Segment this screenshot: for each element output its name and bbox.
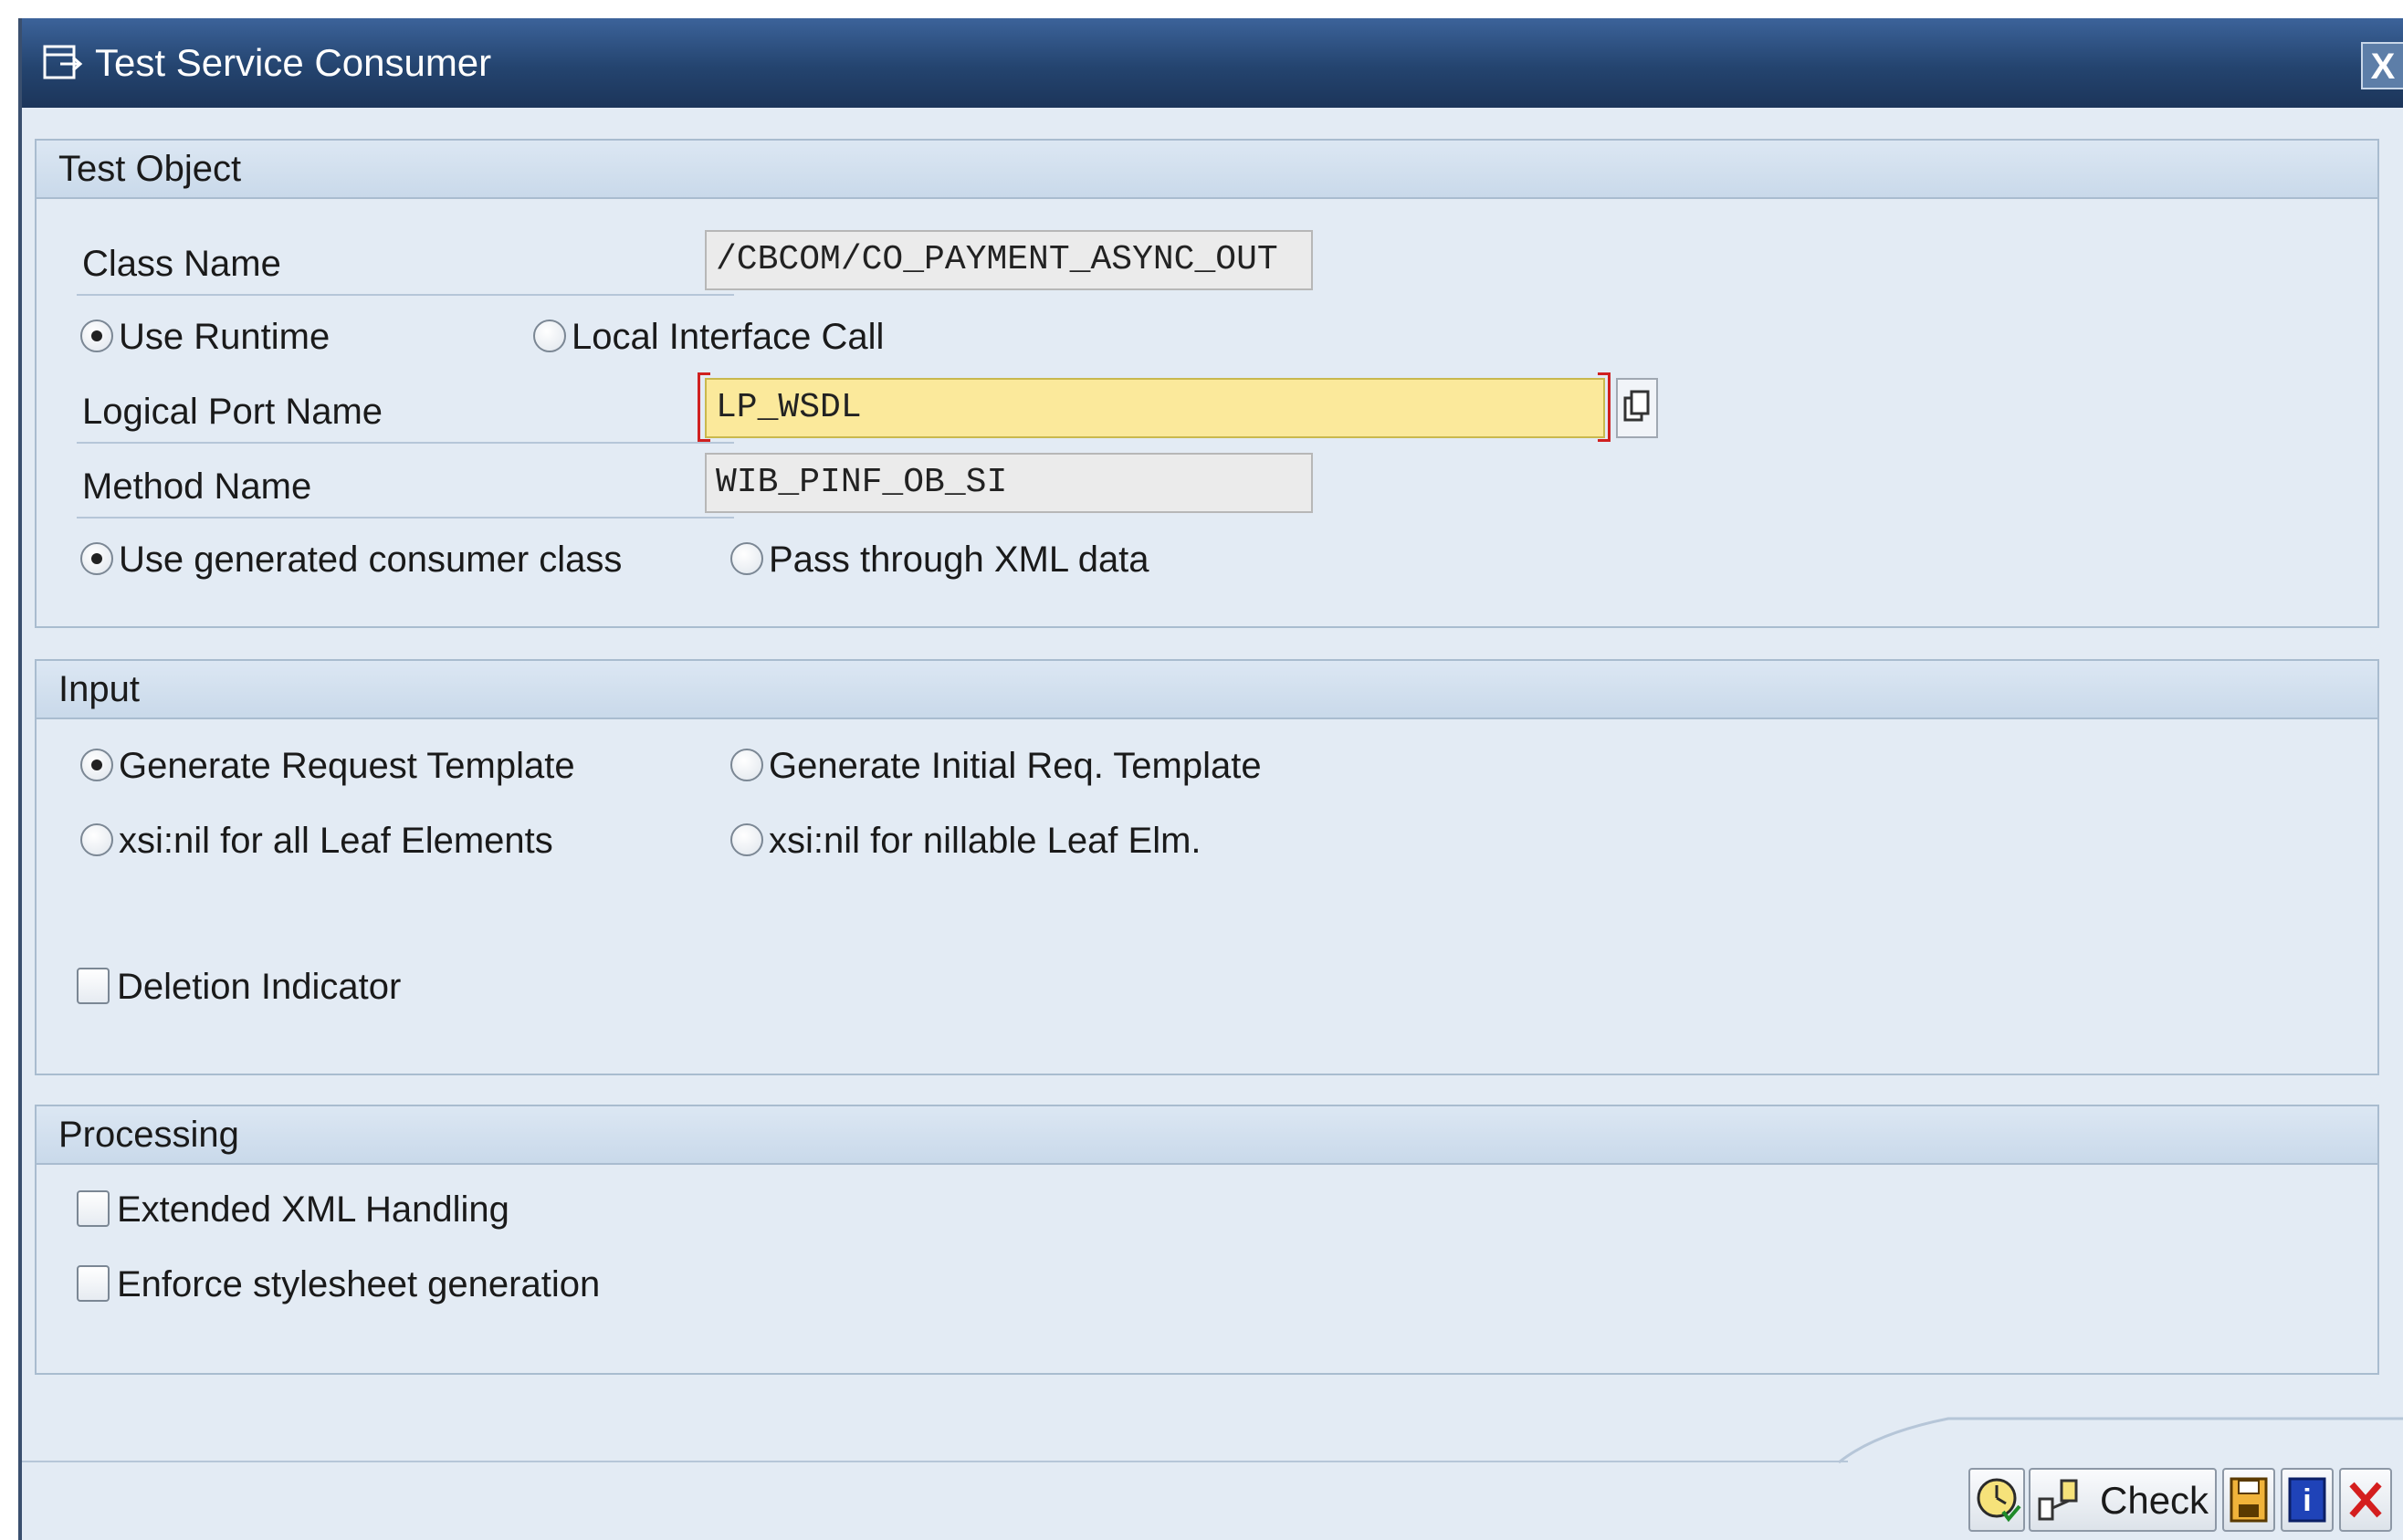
class-name-label: Class Name [82,244,281,284]
copy-icon [1623,390,1650,422]
xsi-nil-nillable-leaf-radio[interactable] [730,823,763,856]
footer-curve [1839,1417,2403,1464]
use-generated-consumer-class-radio[interactable] [80,542,113,575]
logical-port-field[interactable]: LP_WSDL [705,378,1605,438]
logical-port-label: Logical Port Name [82,392,383,432]
divider [77,294,734,296]
execute-icon [1977,1478,2021,1523]
extended-xml-handling-checkbox[interactable] [77,1190,110,1227]
svg-text:i: i [2303,1483,2311,1518]
value-help-button[interactable] [1616,378,1658,438]
check-icon [2038,1479,2078,1521]
footer-separator [22,1461,1848,1462]
xsi-nil-all-leaf-radio[interactable] [80,823,113,856]
enforce-stylesheet-label: Enforce stylesheet generation [117,1264,601,1304]
processing-group: Processing Extended XML Handling Enforce… [35,1105,2379,1375]
execute-button[interactable] [1968,1468,2025,1532]
cancel-button[interactable] [2339,1468,2392,1532]
window-menu-icon[interactable] [42,44,84,80]
method-name-field[interactable]: WIB_PINF_OB_SI [705,453,1313,513]
deletion-indicator-checkbox[interactable] [77,968,110,1004]
xsi-nil-all-leaf-label: xsi:nil for all Leaf Elements [119,821,553,861]
dialog-window: Test Service Consumer X Test Object Clas… [18,18,2403,1540]
input-group: Input Generate Request Template Generate… [35,659,2379,1075]
save-button[interactable] [2222,1468,2275,1532]
help-button[interactable]: i [2281,1468,2334,1532]
group-title-test-object: Test Object [58,149,242,189]
use-runtime-label: Use Runtime [119,317,331,357]
method-name-label: Method Name [82,466,312,507]
title-bar: Test Service Consumer X [22,18,2403,108]
help-icon: i [2288,1477,2326,1523]
cancel-icon [2349,1482,2382,1518]
class-name-field[interactable]: /CBCOM/CO_PAYMENT_ASYNC_OUT [705,230,1313,290]
save-icon [2230,1477,2268,1523]
xsi-nil-nillable-leaf-label: xsi:nil for nillable Leaf Elm. [769,821,1202,861]
test-object-group: Test Object Class Name /CBCOM/CO_PAYMENT… [35,139,2379,628]
window-title: Test Service Consumer [95,41,492,84]
divider [77,517,734,519]
close-icon[interactable]: X [2361,42,2403,89]
generate-request-template-radio[interactable] [80,749,113,781]
generate-request-template-label: Generate Request Template [119,746,575,786]
pass-through-xml-radio[interactable] [730,542,763,575]
pass-through-xml-label: Pass through XML data [769,540,1149,580]
group-header: Test Object [37,141,2377,199]
enforce-stylesheet-checkbox[interactable] [77,1265,110,1302]
local-interface-call-radio[interactable] [533,320,566,352]
group-header: Input [37,661,2377,719]
check-button-label: Check [2100,1479,2209,1522]
local-interface-call-label: Local Interface Call [572,317,885,357]
group-title-processing: Processing [58,1115,239,1155]
generate-initial-req-template-label: Generate Initial Req. Template [769,746,1262,786]
group-header: Processing [37,1106,2377,1165]
deletion-indicator-label: Deletion Indicator [117,967,402,1007]
use-runtime-radio[interactable] [80,320,113,352]
extended-xml-handling-label: Extended XML Handling [117,1189,509,1230]
divider [77,442,734,444]
check-button[interactable]: Check [2029,1468,2217,1532]
generate-initial-req-template-radio[interactable] [730,749,763,781]
required-marker-right [1598,372,1611,442]
group-title-input: Input [58,669,140,709]
use-generated-consumer-class-label: Use generated consumer class [119,540,623,580]
